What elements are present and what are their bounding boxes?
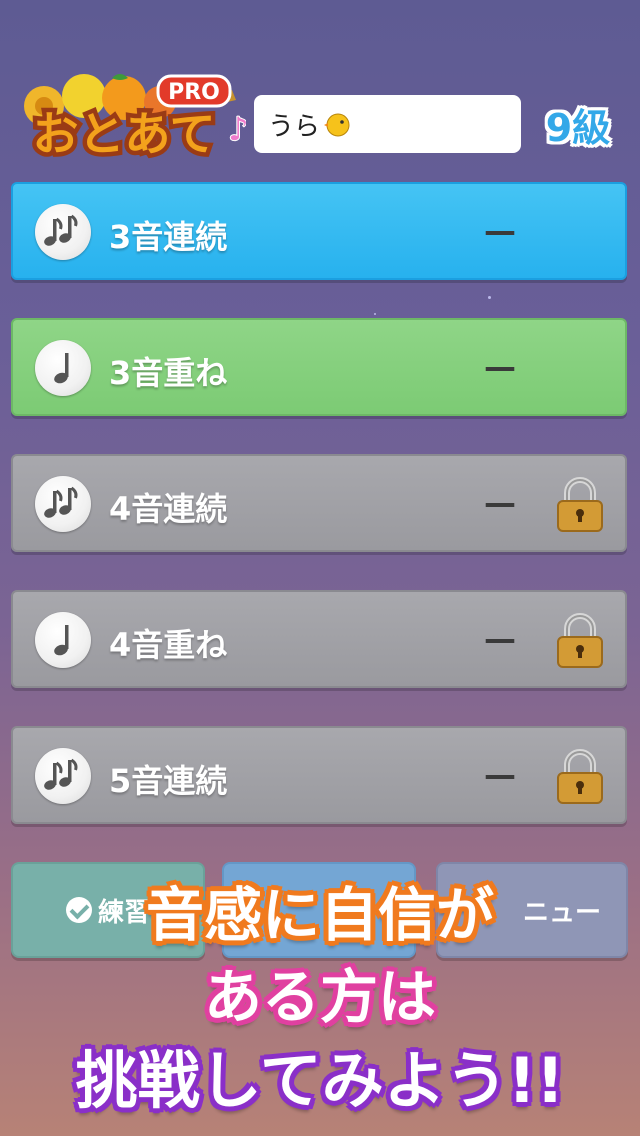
- mode-score: —: [484, 484, 516, 522]
- double-note-icon: [35, 204, 91, 260]
- mode-score: —: [484, 348, 516, 386]
- mode-score: —: [484, 212, 516, 250]
- mode-3-chord[interactable]: 3音重ね —: [11, 318, 627, 416]
- double-note-icon: [35, 476, 91, 532]
- double-note-icon: [35, 748, 91, 804]
- mode-4-chord[interactable]: 4音重ね —: [11, 590, 627, 688]
- app-logo: PRO おとあて ♪: [14, 70, 249, 166]
- lock-icon: [555, 748, 605, 806]
- single-note-icon: [35, 612, 91, 668]
- promo-line-3: 挑戦してみよう!!: [75, 1044, 565, 1117]
- mode-label: 3音重ね: [109, 354, 228, 392]
- logo-title: おとあて: [32, 107, 215, 161]
- sparkle: [488, 296, 491, 299]
- mode-3-sequential[interactable]: 3音連続 —: [11, 182, 627, 280]
- mode-label: 4音連続: [109, 490, 228, 528]
- chick-icon: [324, 111, 350, 137]
- mode-label: 4音重ね: [109, 626, 228, 664]
- level-badge: 9級: [545, 105, 611, 150]
- promo-line-2: ある方は: [203, 963, 436, 1031]
- mode-5-sequential[interactable]: 5音連続 —: [11, 726, 627, 824]
- lock-icon: [555, 612, 605, 670]
- logo-badge-text: PRO: [168, 80, 220, 105]
- mode-label: 5音連続: [109, 762, 228, 800]
- mode-label: 3音連続: [109, 218, 228, 256]
- single-note-icon: [35, 340, 91, 396]
- svg-text:♪: ♪: [228, 110, 246, 148]
- user-name: うら: [268, 111, 321, 142]
- mode-score: —: [484, 620, 516, 658]
- user-name-box[interactable]: うら: [254, 95, 521, 153]
- sparkle: [374, 313, 376, 315]
- mode-4-sequential[interactable]: 4音連続 —: [11, 454, 627, 552]
- mode-score: —: [484, 756, 516, 794]
- lock-icon: [555, 476, 605, 534]
- promo-line-1: 音感に自信が: [145, 881, 494, 949]
